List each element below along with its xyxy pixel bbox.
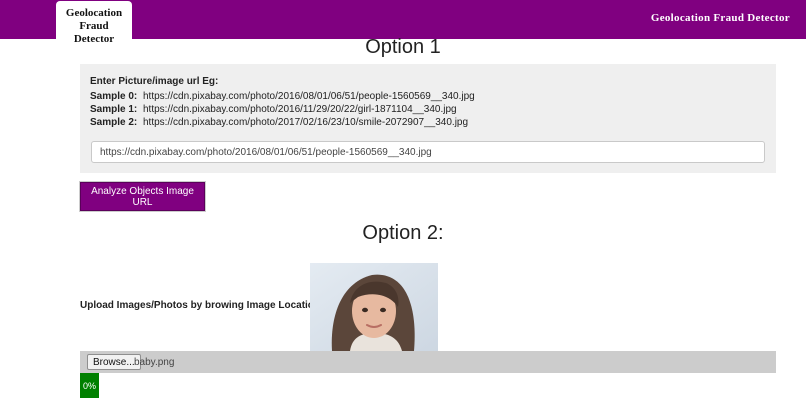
sample-url: https://cdn.pixabay.com/photo/2016/08/01… (143, 91, 475, 102)
top-navbar: Geolocation Fraud Detector Geolocation F… (0, 0, 806, 45)
sample-1: Sample 1: https://cdn.pixabay.com/photo/2… (90, 104, 457, 115)
image-url-input[interactable] (91, 141, 765, 163)
sample-0: Sample 0: https://cdn.pixabay.com/photo/2… (90, 91, 475, 102)
brand-logo[interactable]: Geolocation Fraud Detector (56, 1, 132, 45)
url-input-panel: Enter Picture/image url Eg: Sample 0: htt… (80, 64, 776, 173)
uploaded-photo-preview (310, 263, 438, 351)
selected-file-name: baby.png (134, 357, 175, 368)
sample-url: https://cdn.pixabay.com/photo/2016/11/29… (143, 104, 457, 115)
sample-label: Sample 2: (90, 117, 138, 128)
photo-portrait-image (310, 263, 438, 351)
navbar-title-link[interactable]: Geolocation Fraud Detector (651, 12, 790, 24)
sample-url: https://cdn.pixabay.com/photo/2017/02/16… (143, 117, 469, 128)
sample-label: Sample 0: (90, 91, 138, 102)
upload-progress-bar: 0% (80, 373, 99, 398)
sample-label: Sample 1: (90, 104, 138, 115)
upload-label: Upload Images/Photos by browing Image Lo… (80, 300, 329, 311)
option-2-heading: Option 2: (362, 222, 444, 244)
panel-title: Enter Picture/image url Eg: (90, 76, 219, 87)
sample-2: Sample 2: https://cdn.pixabay.com/photo/2… (90, 117, 468, 128)
browse-button[interactable]: Browse... (87, 354, 141, 370)
analyze-url-button[interactable]: Analyze Objects Image URL (80, 182, 205, 211)
brand-line-1: Geolocation Fraud (65, 7, 123, 32)
option-1-heading: Option 1 (365, 36, 441, 58)
file-upload-bar: Browse... baby.png (80, 351, 776, 373)
